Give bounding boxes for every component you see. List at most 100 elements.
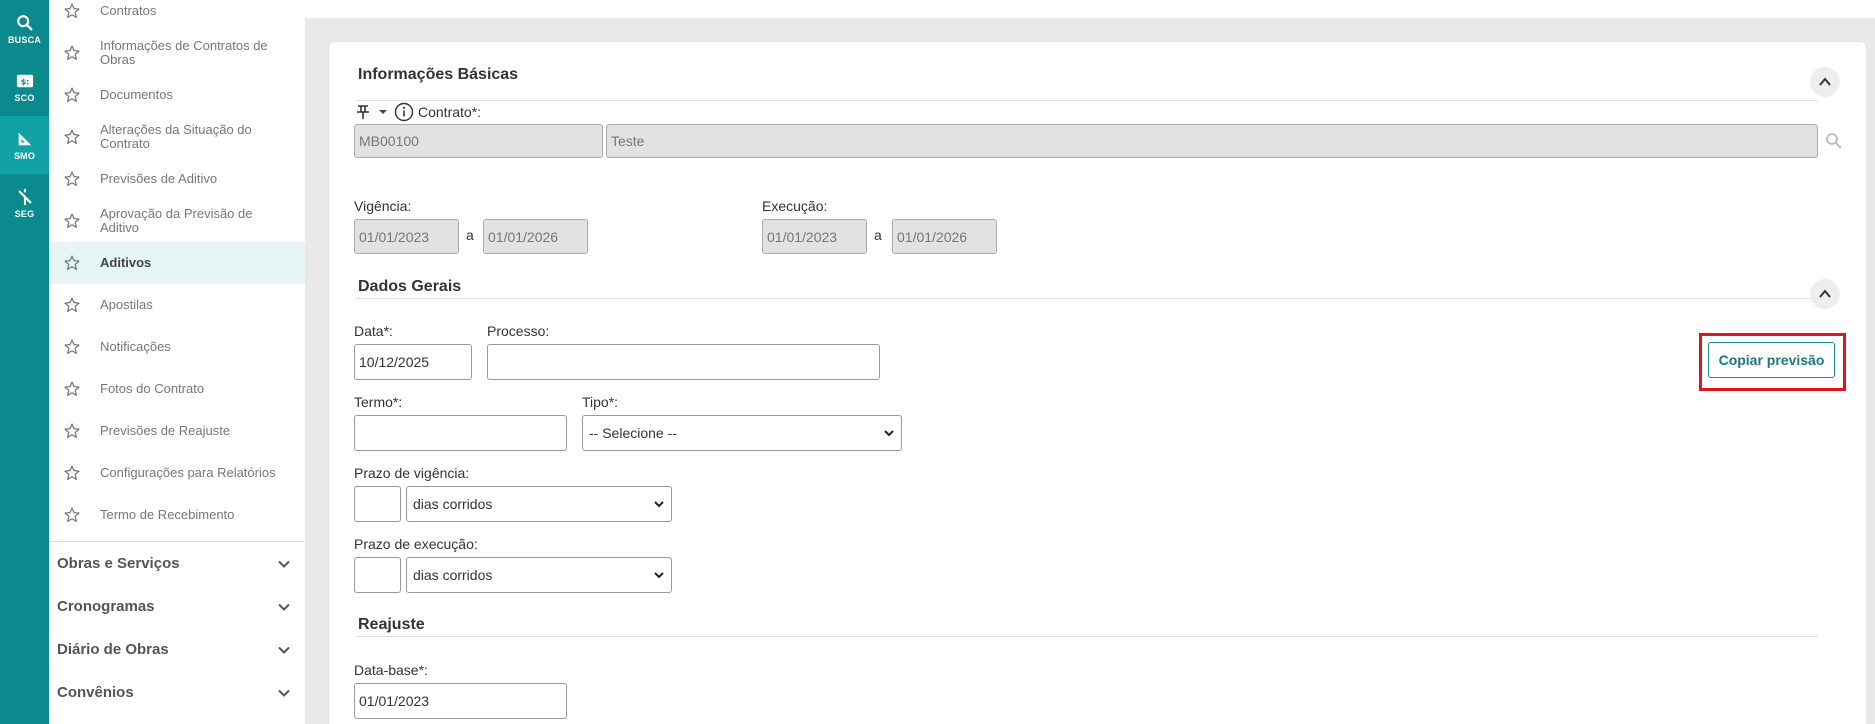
vigencia-end-field[interactable]: 01/01/2026: [483, 219, 588, 254]
chevron-down-icon: [278, 646, 290, 654]
star-icon[interactable]: [63, 464, 81, 482]
pin-icon[interactable]: [354, 103, 372, 121]
execucao-end-field[interactable]: 01/01/2026: [892, 219, 997, 254]
tipo-label: Tipo*:: [582, 394, 619, 410]
database-field[interactable]: 01/01/2023: [354, 683, 567, 719]
rail-label: SMO: [13, 150, 36, 161]
prazo-vigencia-unit-value: dias corridos: [413, 496, 493, 512]
sidebar-item[interactable]: Previsões de Aditivo: [49, 158, 305, 200]
sidebar-item[interactable]: Configurações para Relatórios: [49, 452, 305, 494]
rail-busca[interactable]: BUSCA: [0, 0, 49, 58]
star-icon[interactable]: [63, 296, 81, 314]
sidebar-item[interactable]: Documentos: [49, 74, 305, 116]
divider: [356, 298, 1818, 299]
prazo-vigencia-label: Prazo de vigência:: [354, 465, 470, 481]
sidebar-item[interactable]: Alterações da Situação do Contrato: [49, 116, 305, 158]
star-icon[interactable]: [63, 170, 81, 188]
sidebar-section-label: Obras e Serviços: [57, 555, 180, 572]
star-icon[interactable]: [63, 212, 81, 230]
star-icon[interactable]: [63, 2, 81, 20]
chevron-down-icon: [654, 501, 664, 508]
sidebar-item-label: Aprovação da Previsão de Aditivo: [100, 206, 253, 235]
star-icon[interactable]: [63, 254, 81, 272]
search-icon[interactable]: [1825, 132, 1843, 150]
svg-text:$:: $:: [20, 76, 29, 86]
sidebar-item-label: Termo de Recebimento: [100, 507, 235, 522]
sidebar-section[interactable]: Convênios: [49, 671, 305, 714]
sidebar-section-label: Convênios: [57, 684, 134, 701]
prazo-execucao-field[interactable]: [354, 557, 401, 593]
sidebar-item-label: Notificações: [100, 339, 171, 354]
range-separator: a: [874, 227, 882, 243]
sidebar-item[interactable]: Termo de Recebimento: [49, 494, 305, 536]
star-icon[interactable]: [63, 86, 81, 104]
sidebar-section-label: Cronogramas: [57, 598, 155, 615]
contrato-label: Contrato*:: [418, 104, 482, 120]
star-icon[interactable]: [63, 506, 81, 524]
sidebar-item-label: Contratos: [100, 3, 157, 18]
star-icon[interactable]: [63, 338, 81, 356]
termo-label: Termo*:: [354, 394, 403, 410]
range-separator: a: [466, 227, 474, 243]
chevron-down-icon: [884, 430, 894, 437]
collapse-basic-button[interactable]: [1810, 67, 1840, 97]
tipo-select[interactable]: -- Selecione --: [582, 415, 902, 451]
chevron-down-icon: [278, 560, 290, 568]
sidebar-item[interactable]: Previsões de Reajuste: [49, 410, 305, 452]
rail-smo[interactable]: SMO: [0, 116, 49, 174]
sidebar-item[interactable]: Aditivos: [49, 242, 305, 284]
dropdown-caret-icon[interactable]: [376, 105, 390, 119]
star-icon[interactable]: [63, 44, 81, 62]
contrato-code-field[interactable]: MB00100: [354, 124, 603, 158]
vigencia-label: Vigência:: [354, 198, 412, 214]
chevron-up-icon: [1819, 77, 1831, 86]
divider: [356, 636, 1818, 637]
sidebar-section[interactable]: Cronogramas: [49, 585, 305, 628]
copy-forecast-button[interactable]: Copiar previsão: [1708, 342, 1835, 378]
sidebar-section[interactable]: Obras e Serviços: [49, 542, 305, 585]
section-title-reajuste: Reajuste: [358, 616, 425, 633]
rail-seg[interactable]: SEG: [0, 174, 49, 232]
database-label: Data-base*:: [354, 662, 428, 678]
sidebar-item[interactable]: Informações de Contratos de Obras: [49, 32, 305, 74]
chevron-down-icon: [278, 689, 290, 697]
processo-label: Processo:: [487, 323, 550, 339]
prazo-vigencia-field[interactable]: [354, 486, 401, 522]
sidebar-item[interactable]: Aprovação da Previsão de Aditivo: [49, 200, 305, 242]
star-icon[interactable]: [63, 422, 81, 440]
contrato-label-row: Contrato*:: [354, 102, 481, 122]
execucao-start-field[interactable]: 01/01/2023: [762, 219, 867, 254]
form-card: Informações Básicas Contrato*: MB00100 T…: [329, 42, 1866, 724]
rail-sco[interactable]: $: SCO: [0, 58, 49, 116]
collapse-general-button[interactable]: [1810, 279, 1840, 309]
search-icon: [16, 14, 32, 30]
rail-label: SCO: [14, 92, 35, 103]
termo-field[interactable]: [354, 415, 567, 451]
prazo-execucao-unit-select[interactable]: dias corridos: [406, 557, 672, 593]
sidebar-item[interactable]: Notificações: [49, 326, 305, 368]
prazo-vigencia-unit-select[interactable]: dias corridos: [406, 486, 672, 522]
vigencia-start-field[interactable]: 01/01/2023: [354, 219, 459, 254]
app-rail: BUSCA $: SCO SMO SEG: [0, 0, 49, 724]
sidebar-section-label: Diário de Obras: [57, 641, 169, 658]
sidebar-item-label: Previsões de Aditivo: [100, 171, 218, 186]
prazo-execucao-label: Prazo de execução:: [354, 536, 478, 552]
sidebar-item[interactable]: Contratos: [49, 0, 305, 32]
star-icon[interactable]: [63, 380, 81, 398]
data-field[interactable]: 10/12/2025: [354, 344, 472, 380]
sidebar-section[interactable]: Diário de Obras: [49, 628, 305, 671]
sidebar-item-label: Aditivos: [100, 255, 152, 270]
info-icon[interactable]: [394, 102, 414, 122]
sco-icon: $:: [16, 74, 33, 87]
sidebar-item-label: Informações de Contratos de Obras: [100, 38, 268, 67]
sidebar-item-label: Alterações da Situação do Contrato: [100, 122, 252, 151]
sidebar-item[interactable]: Apostilas: [49, 284, 305, 326]
contrato-name-field[interactable]: Teste: [606, 124, 1818, 158]
star-icon[interactable]: [63, 128, 81, 146]
section-title-general: Dados Gerais: [358, 278, 462, 295]
processo-field[interactable]: [487, 344, 880, 380]
sidebar-item-label: Apostilas: [100, 297, 153, 312]
sidebar-item[interactable]: Fotos do Contrato: [49, 368, 305, 410]
chevron-up-icon: [1819, 289, 1831, 298]
ruler-icon: [18, 132, 31, 145]
